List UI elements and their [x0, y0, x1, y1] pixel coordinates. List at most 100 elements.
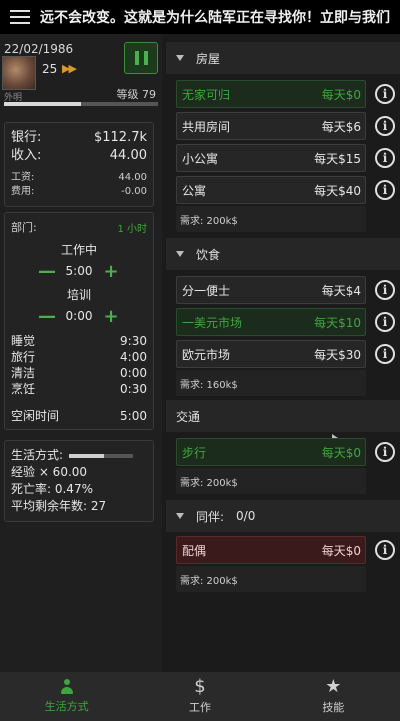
nav-lifestyle[interactable]: 生活方式: [0, 672, 133, 721]
transport-header[interactable]: 交通: [166, 400, 400, 442]
avatar[interactable]: [2, 56, 36, 90]
activity-value: 0:00: [120, 366, 147, 380]
menu-icon[interactable]: [0, 0, 40, 34]
train-title: 培训: [66, 288, 91, 302]
housing-requirement: 需求: 200k$: [176, 206, 366, 232]
nav-work[interactable]: $ 工作: [133, 672, 266, 721]
lifestyle-bar: [69, 453, 134, 458]
food-option[interactable]: 欧元市场 每天$30: [176, 340, 366, 368]
housing-option[interactable]: 公寓 每天$40: [176, 176, 366, 204]
housing-option[interactable]: 无家可归 每天$0: [176, 80, 366, 108]
train-increase-button[interactable]: +: [102, 306, 120, 327]
activity-row: 旅行 4:00: [11, 349, 147, 365]
lifestyle-row: 生活方式:: [11, 447, 147, 464]
nav-lifestyle-label: 生活方式: [44, 700, 89, 713]
partner-title: 同伴:: [196, 509, 225, 524]
idle-time-row: 空闲时间 5:00: [11, 407, 147, 424]
transport-requirement: 需求: 200k$: [176, 468, 366, 494]
info-icon[interactable]: i: [375, 180, 395, 200]
option-price: 每天$6: [321, 119, 361, 134]
fast-forward-icon[interactable]: ▶▶: [62, 62, 77, 75]
activity-label: 旅行: [11, 350, 36, 364]
lifestyle-bar-fill: [69, 453, 105, 458]
dollar-icon: $: [194, 676, 206, 697]
info-icon[interactable]: i: [375, 116, 395, 136]
pause-button[interactable]: [124, 42, 158, 74]
chevron-down-icon: [176, 251, 184, 257]
option-name: 配偶: [182, 543, 207, 558]
death-rate: 死亡率: 0.47%: [11, 482, 93, 496]
info-icon[interactable]: i: [375, 280, 395, 300]
lifestyle-box: 生活方式: 经验 × 60.00 死亡率: 0.47% 平均剩余年数: 27: [4, 440, 154, 522]
info-icon[interactable]: i: [375, 442, 395, 462]
option-price: 每天$0: [321, 87, 361, 102]
chevron-down-icon: [176, 513, 184, 519]
info-icon[interactable]: i: [375, 344, 395, 364]
option-name: 小公寓: [182, 151, 219, 166]
schedule-box: 部门: 1 小时 工作中 — 5:00 + 培训 — 0:00 + 睡觉 9:30 …: [4, 212, 154, 430]
top-bar: 远不会改变。这就是为什么陆军正在寻找你！立即与我们: [0, 0, 400, 34]
expense-value: -0.00: [121, 186, 147, 197]
activity-value: 9:30: [120, 334, 147, 348]
option-name: 步行: [182, 445, 207, 460]
partner-option[interactable]: 配偶 每天$0: [176, 536, 366, 564]
wage-label: 工资:: [11, 172, 35, 183]
work-stepper: — 5:00 +: [11, 261, 147, 282]
xp-progress-fill: [4, 102, 81, 106]
left-panel: 22/02/1986 外明 25 ▶▶ 等级 79 银行: $112.7k 收入:…: [0, 34, 162, 672]
activity-label: 清洁: [11, 366, 36, 380]
dept-label: 部门:: [11, 221, 37, 234]
activity-label: 睡觉: [11, 334, 36, 348]
work-hours-value: 5:00: [65, 264, 93, 278]
food-option[interactable]: 一美元市场 每天$10: [176, 308, 366, 336]
info-icon[interactable]: i: [375, 312, 395, 332]
date-label: 22/02/1986: [4, 42, 74, 56]
level-label: 等级 79: [116, 88, 157, 101]
partner-header[interactable]: 同伴: 0/0: [166, 500, 400, 532]
transport-option[interactable]: 步行 每天$0: [176, 438, 366, 466]
work-decrease-button[interactable]: —: [38, 261, 56, 282]
bank-label: 银行:: [11, 130, 42, 145]
info-icon[interactable]: i: [375, 540, 395, 560]
option-name: 分一便士: [182, 283, 231, 298]
option-price: 每天$40: [314, 183, 361, 198]
transport-title: 交通: [176, 409, 201, 424]
housing-header[interactable]: 房屋: [166, 42, 400, 74]
info-icon[interactable]: i: [375, 148, 395, 168]
train-decrease-button[interactable]: —: [38, 306, 56, 327]
activity-row: 烹饪 0:30: [11, 381, 147, 397]
food-title: 饮食: [196, 247, 221, 262]
right-panel: 房屋 无家可归 每天$0 i 共用房间 每天$6 i 小公寓 每天$15 i 公寓 每天…: [166, 34, 400, 672]
option-price: 每天$4: [321, 283, 361, 298]
work-increase-button[interactable]: +: [102, 261, 120, 282]
nav-skills-label: 技能: [322, 701, 345, 714]
info-icon[interactable]: i: [375, 84, 395, 104]
option-name: 一美元市场: [182, 315, 243, 330]
activity-value: 0:30: [120, 382, 147, 396]
housing-option[interactable]: 共用房间 每天$6: [176, 112, 366, 140]
housing-title: 房屋: [196, 51, 221, 66]
chevron-down-icon: [176, 55, 184, 61]
option-name: 无家可归: [182, 87, 231, 102]
remaining-years: 平均剩余年数: 27: [11, 499, 107, 513]
housing-option[interactable]: 小公寓 每天$15: [176, 144, 366, 172]
xp-multiplier: 经验 × 60.00: [11, 465, 88, 479]
activity-list: 睡觉 9:30 旅行 4:00 清洁 0:00 烹饪 0:30: [11, 333, 147, 397]
nav-skills[interactable]: ★ 技能: [267, 672, 400, 721]
player-header: 22/02/1986 外明 25 ▶▶ 等级 79: [0, 34, 162, 110]
activity-value: 4:00: [120, 350, 147, 364]
train-stepper: — 0:00 +: [11, 306, 147, 327]
idle-label: 空闲时间: [11, 409, 60, 423]
option-price: 每天$0: [321, 445, 361, 460]
option-price: 每天$0: [321, 543, 361, 558]
activity-label: 烹饪: [11, 382, 36, 396]
bottom-nav: 生活方式 $ 工作 ★ 技能: [0, 672, 400, 721]
food-option[interactable]: 分一便士 每天$4: [176, 276, 366, 304]
person-icon: [60, 679, 74, 695]
food-header[interactable]: 饮食: [166, 238, 400, 270]
option-price: 每天$30: [314, 347, 361, 362]
star-icon: ★: [325, 676, 342, 697]
income-label: 收入:: [11, 148, 42, 163]
dept-value: 1 小时: [117, 223, 147, 235]
bank-value: $112.7k: [93, 130, 147, 145]
